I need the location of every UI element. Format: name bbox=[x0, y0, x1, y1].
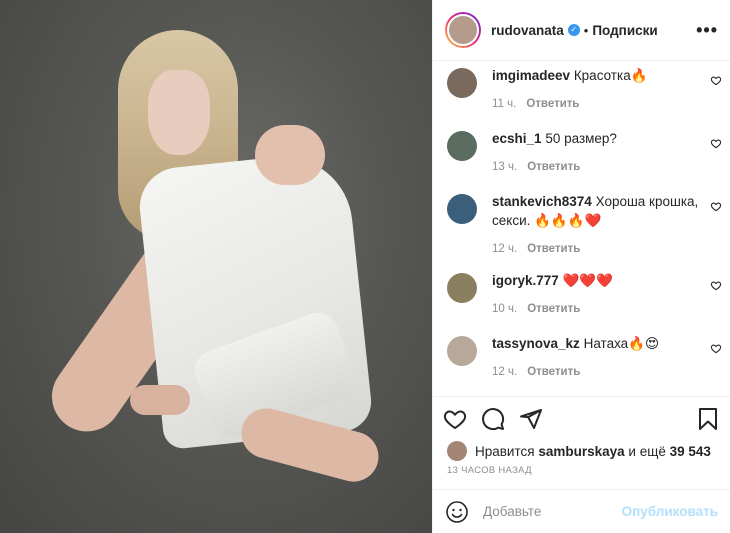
commenter-username[interactable]: tassynova_kz bbox=[492, 336, 580, 351]
comment-body: ecshi_1 50 размер? 13 ч. Ответить bbox=[492, 129, 707, 177]
comment-body: imgimadeev Красотка🔥 11 ч. Ответить bbox=[492, 66, 707, 114]
commenter-avatar[interactable] bbox=[447, 273, 477, 303]
smile-icon[interactable] bbox=[445, 500, 469, 524]
separator-dot: • bbox=[583, 22, 589, 38]
commenter-avatar[interactable] bbox=[447, 131, 477, 161]
comment-text: Красотка🔥 bbox=[573, 68, 648, 83]
comment-text: 50 размер? bbox=[545, 131, 617, 146]
photo-shape-arm bbox=[255, 125, 325, 185]
reply-button[interactable]: Ответить bbox=[527, 303, 580, 315]
comment-meta: 10 ч. Ответить bbox=[492, 300, 707, 319]
post-photo[interactable] bbox=[0, 0, 432, 533]
commenter-username[interactable]: stankevich8374 bbox=[492, 194, 592, 209]
comment-meta: 12 ч. Ответить bbox=[492, 363, 707, 382]
comment-text: ❤️❤️❤️ bbox=[562, 273, 613, 288]
commenter-username[interactable]: ecshi_1 bbox=[492, 131, 542, 146]
comment-meta: 11 ч. Ответить bbox=[492, 95, 707, 114]
commenter-username[interactable]: igoryk.777 bbox=[492, 273, 559, 288]
comment-like-heart-icon[interactable] bbox=[710, 343, 722, 354]
verified-badge-icon: ✓ bbox=[567, 24, 580, 36]
likes-prefix: Нравится bbox=[475, 443, 535, 459]
comment-item: tassynova_kz Натаха🔥😍 12 ч. Ответить bbox=[433, 334, 730, 382]
publish-button[interactable]: Опубликовать bbox=[622, 504, 718, 519]
comment-like-heart-icon[interactable] bbox=[710, 75, 722, 86]
heart-icon[interactable] bbox=[443, 407, 467, 431]
reply-button[interactable]: Ответить bbox=[527, 161, 580, 173]
comment-time[interactable]: 12 ч. bbox=[492, 243, 517, 255]
author-avatar[interactable] bbox=[445, 12, 481, 48]
reply-button[interactable]: Ответить bbox=[527, 366, 580, 378]
likes-row: Нравится samburskaya и ещё 39 543 bbox=[433, 441, 730, 461]
comment-like-heart-icon[interactable] bbox=[710, 138, 722, 149]
comment-body: igoryk.777 ❤️❤️❤️ 10 ч. Ответить bbox=[492, 271, 707, 319]
comment-time[interactable]: 12 ч. bbox=[492, 366, 517, 378]
post-timestamp[interactable]: 13 ЧАСОВ НАЗАД bbox=[433, 461, 730, 489]
comment-meta: 12 ч. Ответить bbox=[492, 240, 707, 259]
bookmark-icon[interactable] bbox=[696, 407, 720, 431]
reply-button[interactable]: Ответить bbox=[527, 243, 580, 255]
comment-like-heart-icon[interactable] bbox=[710, 280, 722, 291]
liker-avatar[interactable] bbox=[447, 441, 467, 461]
comment-icon[interactable] bbox=[481, 407, 505, 431]
commenter-avatar[interactable] bbox=[447, 194, 477, 224]
commenter-username[interactable]: imgimadeev bbox=[492, 68, 570, 83]
comment-meta: 13 ч. Ответить bbox=[492, 158, 707, 177]
comment-item: ecshi_1 50 размер? 13 ч. Ответить bbox=[433, 129, 730, 177]
comment-time[interactable]: 10 ч. bbox=[492, 303, 517, 315]
comment-text: Натаха🔥😍 bbox=[583, 336, 660, 351]
likes-count[interactable]: 39 543 bbox=[670, 444, 711, 459]
commenter-avatar[interactable] bbox=[447, 336, 477, 366]
comment-item: igoryk.777 ❤️❤️❤️ 10 ч. Ответить bbox=[433, 271, 730, 319]
comment-body: tassynova_kz Натаха🔥😍 12 ч. Ответить bbox=[492, 334, 707, 382]
comment-body: stankevich8374 Хороша крошка, секси. 🔥🔥🔥… bbox=[492, 192, 707, 259]
comment-time[interactable]: 13 ч. bbox=[492, 161, 517, 173]
comment-time[interactable]: 11 ч. bbox=[492, 98, 516, 110]
comment-item: stankevich8374 Хороша крошка, секси. 🔥🔥🔥… bbox=[433, 192, 730, 259]
commenter-avatar[interactable] bbox=[447, 68, 477, 98]
post-header: rudovanata ✓ • Подписки ••• bbox=[433, 0, 730, 61]
photo-shape-foot bbox=[130, 385, 190, 415]
liker-username[interactable]: samburskaya bbox=[538, 444, 624, 459]
action-bar bbox=[433, 396, 730, 441]
comment-input[interactable]: Добавьте bbox=[483, 504, 622, 519]
add-comment-bar: Добавьте Опубликовать bbox=[433, 489, 730, 533]
likes-middle: и ещё bbox=[628, 443, 666, 459]
more-icon[interactable]: ••• bbox=[696, 20, 718, 41]
reply-button[interactable]: Ответить bbox=[526, 98, 579, 110]
comment-item: imgimadeev Красотка🔥 11 ч. Ответить bbox=[433, 66, 730, 114]
comment-like-heart-icon[interactable] bbox=[710, 201, 722, 212]
author-username[interactable]: rudovanata bbox=[491, 23, 564, 38]
share-icon[interactable] bbox=[519, 407, 543, 431]
following-button[interactable]: Подписки bbox=[592, 23, 657, 38]
photo-shape-face bbox=[148, 70, 210, 155]
